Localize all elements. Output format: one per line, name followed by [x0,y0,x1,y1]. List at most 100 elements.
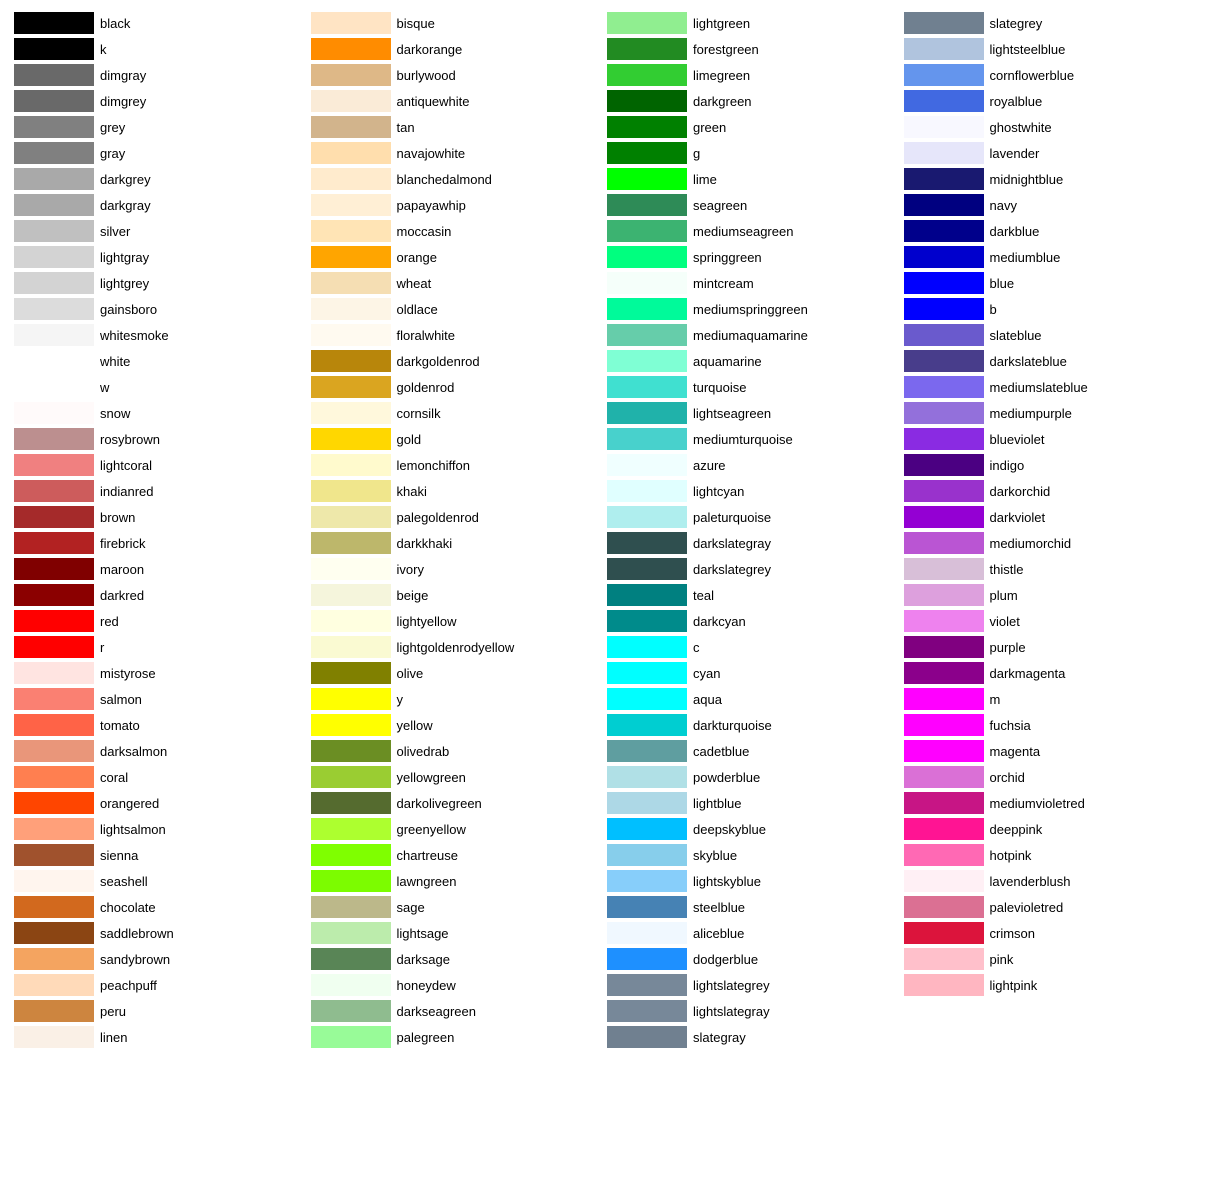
color-swatch [14,922,94,944]
list-item: thistle [900,556,1197,582]
color-swatch [607,64,687,86]
color-name-label: seagreen [693,198,747,213]
list-item: plum [900,582,1197,608]
color-swatch [14,584,94,606]
color-swatch [904,272,984,294]
list-item: y [307,686,604,712]
color-name-label: honeydew [397,978,456,993]
color-name-label: darkseagreen [397,1004,477,1019]
color-swatch [904,402,984,424]
color-name-label: brown [100,510,135,525]
color-swatch [311,948,391,970]
list-item: fuchsia [900,712,1197,738]
color-name-label: r [100,640,104,655]
list-item: teal [603,582,900,608]
list-item: darkorange [307,36,604,62]
color-swatch [311,350,391,372]
list-item: cadetblue [603,738,900,764]
list-item: lightslategrey [603,972,900,998]
color-swatch [14,116,94,138]
color-name-label: mediumspringgreen [693,302,808,317]
color-name-label: sandybrown [100,952,170,967]
color-name-label: darkkhaki [397,536,453,551]
color-swatch [904,610,984,632]
color-swatch [14,688,94,710]
color-name-label: dodgerblue [693,952,758,967]
color-swatch [607,974,687,996]
color-name-label: skyblue [693,848,737,863]
list-item: darkolivegreen [307,790,604,816]
color-swatch [607,38,687,60]
color-swatch [311,532,391,554]
list-item: indigo [900,452,1197,478]
list-item: darkmagenta [900,660,1197,686]
color-swatch [904,948,984,970]
list-item: ivory [307,556,604,582]
list-item: cornflowerblue [900,62,1197,88]
color-swatch [904,792,984,814]
color-swatch [904,766,984,788]
list-item: darkgray [10,192,307,218]
color-name-label: violet [990,614,1020,629]
color-swatch [607,506,687,528]
list-item: wheat [307,270,604,296]
color-name-label: teal [693,588,714,603]
color-swatch [14,948,94,970]
color-name-label: palevioletred [990,900,1064,915]
color-swatch [904,662,984,684]
color-name-label: aquamarine [693,354,762,369]
list-item: navy [900,192,1197,218]
color-swatch [311,142,391,164]
color-swatch [904,38,984,60]
color-swatch [14,662,94,684]
color-swatch [14,506,94,528]
list-item: darkseagreen [307,998,604,1024]
list-item: darkcyan [603,608,900,634]
list-item: turquoise [603,374,900,400]
color-swatch [904,298,984,320]
color-name-label: darkmagenta [990,666,1066,681]
list-item: moccasin [307,218,604,244]
color-swatch [311,896,391,918]
color-name-label: turquoise [693,380,746,395]
list-item: peachpuff [10,972,307,998]
list-item: sandybrown [10,946,307,972]
color-name-label: forestgreen [693,42,759,57]
color-swatch [311,766,391,788]
color-swatch [607,896,687,918]
list-item: paleturquoise [603,504,900,530]
color-swatch [14,298,94,320]
color-swatch [311,558,391,580]
color-swatch [904,584,984,606]
color-name-label: palegreen [397,1030,455,1045]
list-item: g [603,140,900,166]
color-swatch [607,220,687,242]
color-swatch [14,90,94,112]
color-swatch [607,948,687,970]
list-item: gray [10,140,307,166]
color-swatch [311,792,391,814]
color-name-label: snow [100,406,130,421]
color-name-label: lightsage [397,926,449,941]
color-name-label: darkslategrey [693,562,771,577]
list-item: lightyellow [307,608,604,634]
list-item: crimson [900,920,1197,946]
list-item: saddlebrown [10,920,307,946]
color-swatch [904,922,984,944]
list-item: darkgoldenrod [307,348,604,374]
color-swatch [14,714,94,736]
color-name-label: green [693,120,726,135]
color-name-label: cornsilk [397,406,441,421]
color-swatch [607,402,687,424]
color-name-label: mediumpurple [990,406,1072,421]
color-name-label: sage [397,900,425,915]
list-item: cornsilk [307,400,604,426]
color-name-label: bisque [397,16,435,31]
list-item: w [10,374,307,400]
color-swatch [311,1026,391,1048]
color-name-label: darkorange [397,42,463,57]
list-item: lightblue [603,790,900,816]
list-item: papayawhip [307,192,604,218]
list-item: mintcream [603,270,900,296]
color-name-label: m [990,692,1001,707]
